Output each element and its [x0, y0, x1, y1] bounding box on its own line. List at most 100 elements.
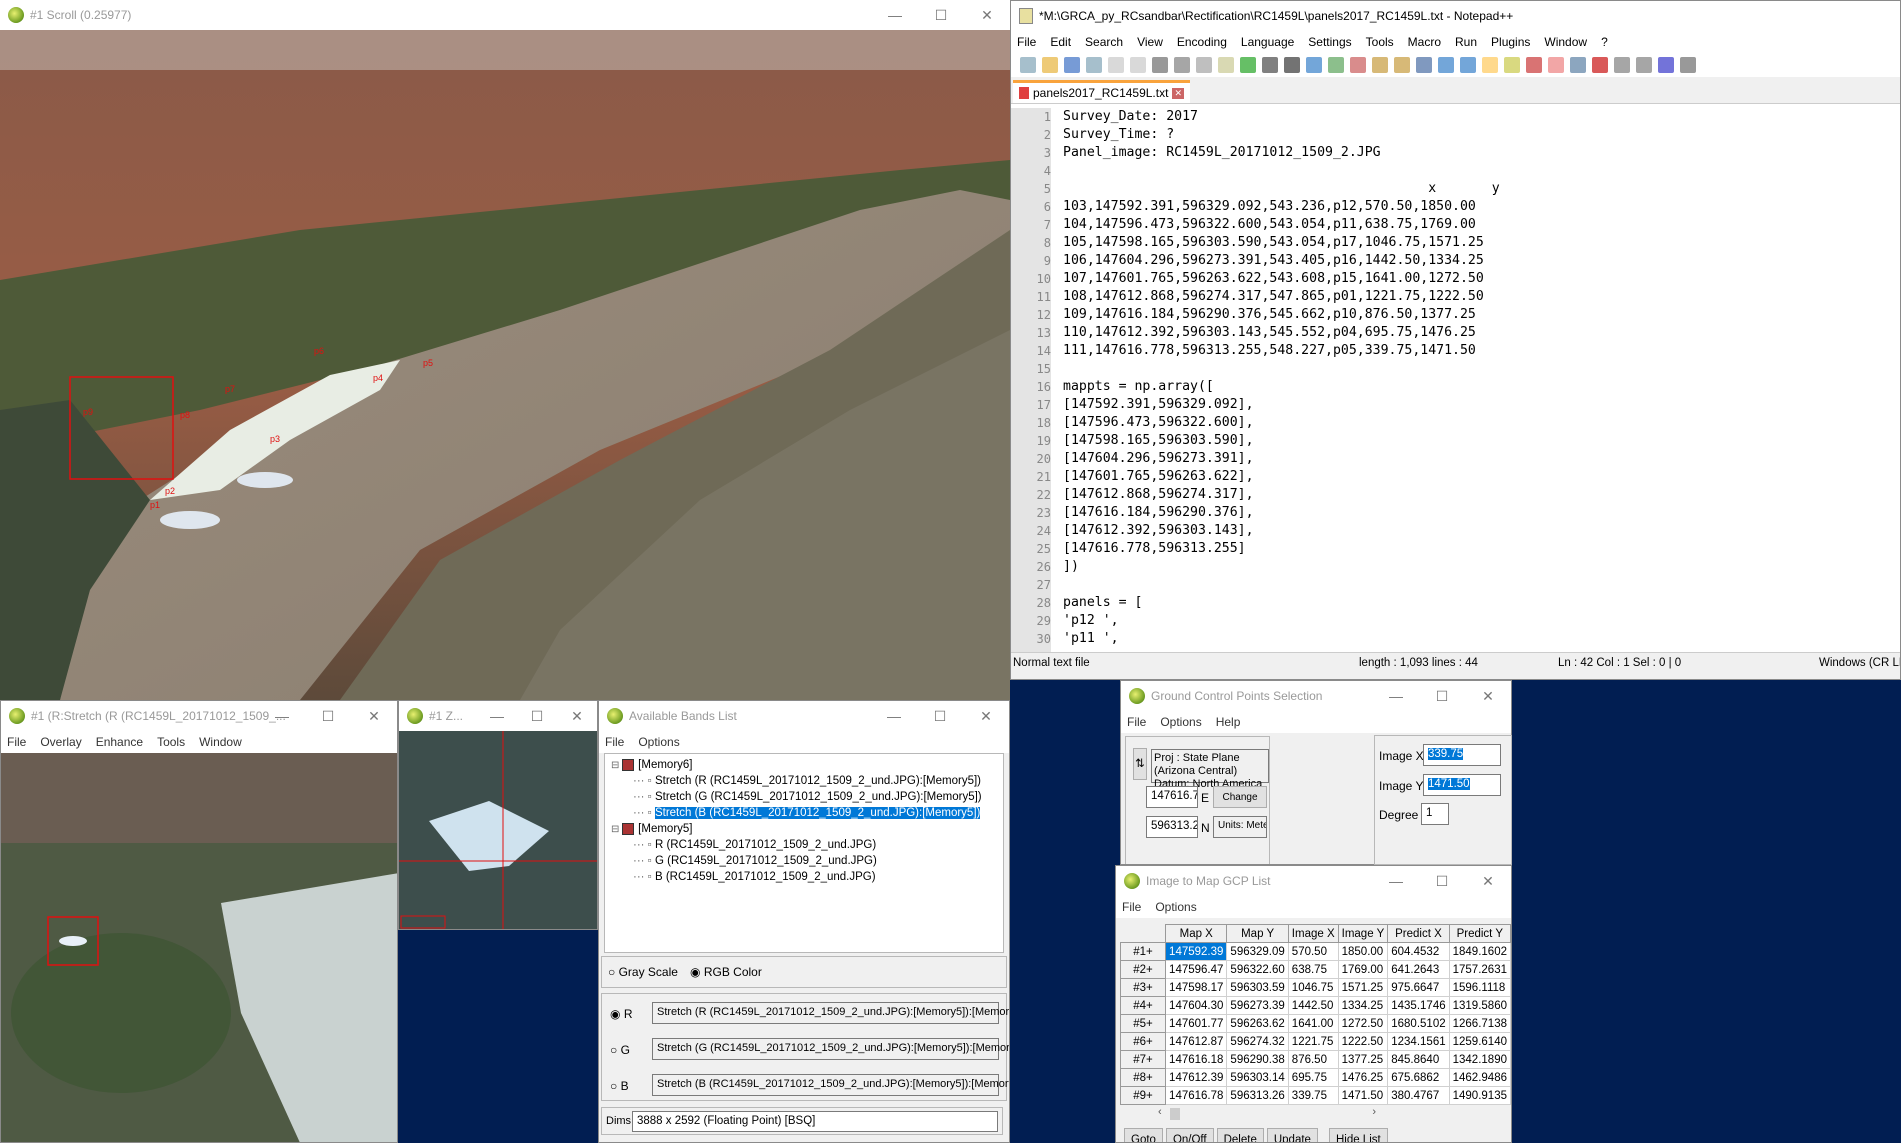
- gcp-marker[interactable]: p7: [225, 384, 235, 394]
- toolbar-button-icon[interactable]: [1086, 57, 1102, 73]
- gcp-marker[interactable]: p2: [165, 486, 175, 496]
- easting-input[interactable]: 147616.7780: [1146, 786, 1198, 808]
- channel-band-field[interactable]: Stretch (R (RC1459L_20171012_1509_2_und.…: [652, 1002, 1009, 1024]
- table-cell[interactable]: 147598.17: [1165, 978, 1228, 997]
- table-cell[interactable]: 641.2643: [1387, 960, 1450, 979]
- column-header[interactable]: Map X: [1165, 924, 1228, 943]
- column-header[interactable]: Map Y: [1226, 924, 1289, 943]
- maximize-button[interactable]: ☐: [517, 701, 557, 731]
- close-button[interactable]: ✕: [351, 701, 397, 731]
- row-header[interactable]: #2+: [1119, 960, 1167, 979]
- table-cell[interactable]: 596322.60: [1226, 960, 1289, 979]
- table-cell[interactable]: 1680.5102: [1387, 1014, 1450, 1033]
- table-cell[interactable]: 570.50: [1287, 942, 1339, 961]
- menu-options[interactable]: Options: [1155, 900, 1196, 914]
- toolbar-button-icon[interactable]: [1218, 57, 1234, 73]
- toolbar-button-icon[interactable]: [1284, 57, 1300, 73]
- row-header[interactable]: #9+: [1119, 1086, 1167, 1105]
- menu-tools[interactable]: Tools: [1366, 35, 1394, 49]
- menu-settings[interactable]: Settings: [1308, 35, 1351, 49]
- gcp-marker[interactable]: p1: [150, 500, 160, 510]
- close-button[interactable]: ✕: [1465, 681, 1511, 711]
- toolbar-button-icon[interactable]: [1438, 57, 1454, 73]
- gcp-marker[interactable]: p6: [314, 346, 324, 356]
- minimize-button[interactable]: —: [872, 0, 918, 30]
- table-cell[interactable]: 596313.26: [1226, 1086, 1289, 1105]
- toolbar-button-icon[interactable]: [1130, 57, 1146, 73]
- table-cell[interactable]: 1234.1561: [1387, 1032, 1450, 1051]
- update-button[interactable]: Update: [1266, 1128, 1318, 1142]
- canyon-image[interactable]: p1 p2 p3 p4 p5 p6 p7 p8 p9: [0, 30, 1010, 700]
- menu-help[interactable]: Help: [1216, 715, 1241, 729]
- zoom-titlebar[interactable]: #1 Z... — ☐ ✕: [399, 701, 597, 731]
- toolbar-button-icon[interactable]: [1526, 57, 1542, 73]
- table-cell[interactable]: 147604.30: [1165, 996, 1228, 1015]
- menu-file[interactable]: File: [605, 735, 624, 749]
- northing-input[interactable]: 596313.2550: [1146, 816, 1198, 838]
- toolbar-button-icon[interactable]: [1548, 57, 1564, 73]
- toolbar-button-icon[interactable]: [1636, 57, 1652, 73]
- toolbar-button-icon[interactable]: [1196, 57, 1212, 73]
- editor-text[interactable]: Survey_Date: 2017 Survey_Time: ? Panel_ima…: [1063, 108, 1500, 648]
- rgb-color-radio[interactable]: ◉ RGB Color: [690, 965, 762, 979]
- row-header[interactable]: #1+: [1119, 942, 1167, 961]
- table-cell[interactable]: 147601.77: [1165, 1014, 1228, 1033]
- table-row[interactable]: #4+ 147604.30 596273.39 1442.50 1334.25 1435.…: [1119, 996, 1511, 1015]
- channel-radio-b[interactable]: ○ B: [610, 1079, 629, 1093]
- channel-radio-r[interactable]: ◉ R: [610, 1007, 632, 1021]
- menu-search[interactable]: Search: [1085, 35, 1123, 49]
- menu-overlay[interactable]: Overlay: [40, 735, 81, 749]
- toolbar-button-icon[interactable]: [1152, 57, 1168, 73]
- table-cell[interactable]: 147612.39: [1165, 1068, 1228, 1087]
- menu-enhance[interactable]: Enhance: [96, 735, 143, 749]
- table-cell[interactable]: 1334.25: [1337, 996, 1389, 1015]
- toolbar-button-icon[interactable]: [1416, 57, 1432, 73]
- table-cell[interactable]: 1596.1118: [1448, 978, 1511, 997]
- maximize-button[interactable]: ☐: [917, 701, 963, 731]
- column-header[interactable]: Predict Y: [1448, 924, 1511, 943]
- toolbar-button-icon[interactable]: [1614, 57, 1630, 73]
- table-row[interactable]: #8+ 147612.39 596303.14 695.75 1476.25 675.68…: [1119, 1068, 1511, 1087]
- table-cell[interactable]: 1490.9135: [1448, 1086, 1511, 1105]
- table-cell[interactable]: 1266.7138: [1448, 1014, 1511, 1033]
- tree-group[interactable]: ⊟ [Memory6]: [611, 757, 997, 773]
- channel-band-field[interactable]: Stretch (B (RC1459L_20171012_1509_2_und.…: [652, 1074, 1009, 1096]
- gcp-selection-titlebar[interactable]: Ground Control Points Selection — ☐ ✕: [1121, 681, 1511, 711]
- stretch-titlebar[interactable]: #1 (R:Stretch (R (RC1459L_20171012_1509_…: [1, 701, 397, 731]
- band-item[interactable]: ··· ▫ Stretch (R (RC1459L_20171012_1509_…: [611, 773, 997, 789]
- table-cell[interactable]: 339.75: [1287, 1086, 1339, 1105]
- collapse-icon[interactable]: ⊟: [611, 824, 622, 835]
- toolbar-button-icon[interactable]: [1328, 57, 1344, 73]
- close-button[interactable]: ✕: [1465, 866, 1511, 896]
- menu-encoding[interactable]: Encoding: [1177, 35, 1227, 49]
- toolbar-button-icon[interactable]: [1372, 57, 1388, 73]
- bands-tree[interactable]: ⊟ [Memory6] ··· ▫ Stretch (R (RC1459L_201…: [604, 753, 1004, 953]
- table-cell[interactable]: 1757.2631: [1448, 960, 1511, 979]
- table-cell[interactable]: 1571.25: [1337, 978, 1389, 997]
- menu-run[interactable]: Run: [1455, 35, 1477, 49]
- table-row[interactable]: #3+ 147598.17 596303.59 1046.75 1571.25 975.6…: [1119, 978, 1511, 997]
- toolbar-button-icon[interactable]: [1394, 57, 1410, 73]
- maximize-button[interactable]: ☐: [918, 0, 964, 30]
- close-tab-icon[interactable]: ✕: [1172, 87, 1184, 99]
- change-proj-button[interactable]: Change Proj...: [1213, 786, 1267, 808]
- gcp-marker[interactable]: p9: [83, 407, 93, 417]
- table-cell[interactable]: 147616.78: [1165, 1086, 1228, 1105]
- toolbar-button-icon[interactable]: [1592, 57, 1608, 73]
- band-item[interactable]: ··· ▫ B (RC1459L_20171012_1509_2_und.JPG…: [611, 869, 997, 885]
- menu-window[interactable]: Window: [199, 735, 242, 749]
- gcp-marker[interactable]: p8: [180, 410, 190, 420]
- table-cell[interactable]: 1471.50: [1337, 1086, 1389, 1105]
- band-item[interactable]: ··· ▫ R (RC1459L_20171012_1509_2_und.JPG…: [611, 837, 997, 853]
- minimize-button[interactable]: —: [871, 701, 917, 731]
- table-cell[interactable]: 596290.38: [1226, 1050, 1289, 1069]
- table-cell[interactable]: 975.6647: [1387, 978, 1450, 997]
- toolbar-button-icon[interactable]: [1504, 57, 1520, 73]
- bands-titlebar[interactable]: Available Bands List — ☐ ✕: [599, 701, 1009, 731]
- menu-file[interactable]: File: [7, 735, 26, 749]
- column-header[interactable]: Image X: [1287, 924, 1339, 943]
- zoomed-image[interactable]: [1, 753, 398, 1143]
- maximize-button[interactable]: ☐: [1419, 681, 1465, 711]
- table-row[interactable]: #1+ 147592.39 596329.09 570.50 1850.00 604.45…: [1119, 942, 1511, 961]
- table-cell[interactable]: 147592.39: [1165, 942, 1228, 961]
